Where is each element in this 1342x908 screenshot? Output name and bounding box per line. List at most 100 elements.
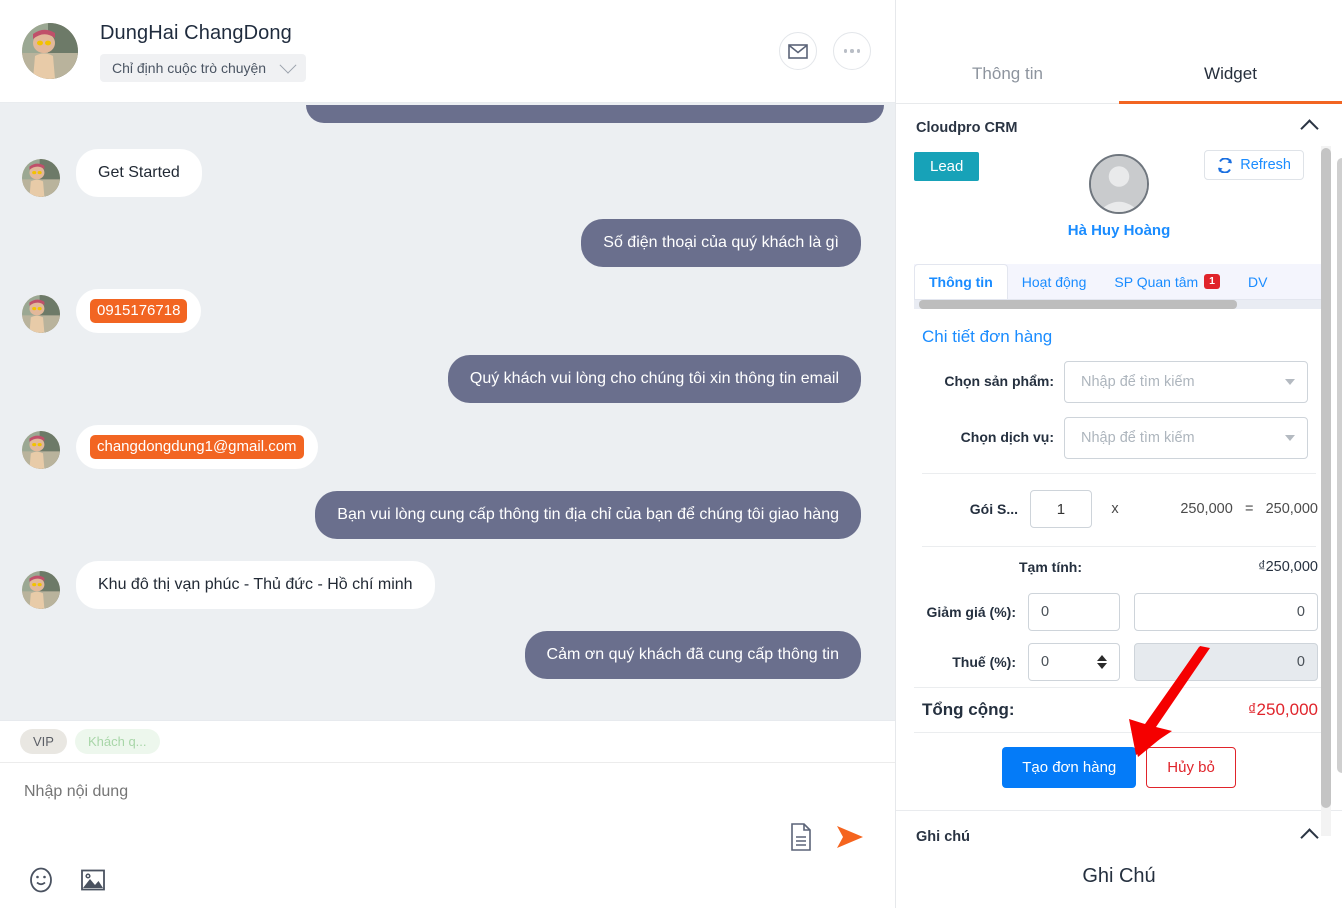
avatar-photo (22, 571, 60, 609)
message-bubble: Get Started (76, 149, 202, 197)
tax-percent-value: 0 (1041, 654, 1050, 670)
widget-scroll-area[interactable]: Cloudpro CRM Lead Refresh Hà Huy Hoàng T… (896, 104, 1342, 908)
stepper-down-icon[interactable] (1097, 663, 1107, 669)
crm-profile-header: Lead Refresh Hà Huy Hoàng (914, 148, 1324, 264)
equals-symbol: = (1244, 501, 1254, 517)
contact-avatar (22, 23, 78, 79)
avatar (22, 431, 60, 469)
refresh-label: Refresh (1240, 157, 1291, 173)
crm-tab-thong-tin[interactable]: Thông tin (914, 264, 1008, 299)
service-select[interactable]: Nhập để tìm kiếm (1064, 417, 1308, 459)
message-bubble: 0915176718 (76, 289, 202, 333)
discount-percent-input[interactable]: 0 (1028, 593, 1120, 631)
crm-tab-badge: 1 (1204, 274, 1221, 289)
message-row: Cảm ơn quý khách đã cung cấp thông tin (22, 631, 861, 679)
message-bubble: changdongdung1@gmail.com (76, 425, 318, 469)
avatar (22, 159, 60, 197)
header-actions (779, 32, 871, 70)
assign-conversation-dropdown[interactable]: Chỉ định cuộc trò chuyện (100, 53, 307, 82)
emoji-smiley-icon[interactable] (28, 867, 54, 893)
product-select[interactable]: Nhập để tìm kiếm (1064, 361, 1308, 403)
avatar (1089, 154, 1149, 214)
message-bubble-partial (306, 105, 884, 123)
stepper-arrows-icon[interactable] (1097, 655, 1107, 669)
subtotal-label: Tạm tính: (1019, 559, 1082, 575)
subtotal-value: ₫250,000 (1258, 559, 1318, 575)
image-attach-icon[interactable] (80, 867, 106, 893)
avatar-photo (22, 295, 60, 333)
message-row: 0915176718 (22, 289, 861, 333)
avatar (22, 295, 60, 333)
crm-person-name[interactable]: Hà Huy Hoàng (1068, 222, 1171, 239)
line-total: 250,000 (1265, 501, 1318, 517)
assign-label: Chỉ định cuộc trò chuyện (112, 59, 267, 76)
chevron-down-icon (279, 56, 297, 74)
status-badge: Lead (914, 152, 980, 181)
discount-amount-input[interactable]: 0 (1134, 593, 1318, 631)
chevron-down-icon (1285, 379, 1295, 385)
crm-tabs-hscroll-thumb[interactable] (919, 300, 1237, 309)
order-line-item: Gói S... 1 x 250,000 = 250,000 (914, 474, 1324, 542)
conversation-tags: VIP Khách q... (0, 720, 895, 762)
message-input[interactable] (24, 783, 724, 801)
document-template-icon[interactable] (789, 823, 813, 851)
cancel-order-button[interactable]: Hủy bỏ (1146, 747, 1236, 788)
user-placeholder-icon (1091, 156, 1147, 212)
crm-card: Lead Refresh Hà Huy Hoàng Thông tin Hoạt… (896, 148, 1342, 810)
crm-tab-sp-quan-tam[interactable]: SP Quan tâm 1 (1100, 264, 1234, 299)
refresh-button[interactable]: Refresh (1204, 150, 1304, 180)
chevron-down-icon (1285, 435, 1295, 441)
composer-attach-tools (28, 867, 106, 893)
composer-send-tools (789, 823, 865, 851)
message-bubble: Khu đô thị vạn phúc - Thủ đức - Hồ chí m… (76, 561, 435, 609)
service-placeholder: Nhập để tìm kiếm (1081, 430, 1195, 446)
note-title: Ghi chú (916, 829, 970, 845)
message-bubble: Quý khách vui lòng cho chúng tôi xin thô… (447, 355, 861, 403)
tax-percent-stepper[interactable]: 0 (1028, 643, 1120, 681)
crm-tab-dv[interactable]: DV (1234, 264, 1281, 299)
crm-tab-bar: Thông tin Hoạt động SP Quan tâm 1 DV (914, 264, 1324, 300)
crm-tab-label: Hoạt động (1021, 273, 1087, 290)
create-order-button[interactable]: Tạo đơn hàng (1002, 747, 1137, 788)
subtotal-row: Tạm tính: ₫250,000 (914, 547, 1324, 587)
email-button[interactable] (779, 32, 817, 70)
message-row: Get Started (22, 149, 861, 197)
tag-vip[interactable]: VIP (20, 729, 67, 754)
service-field-row: Chọn dịch vụ: Nhập để tìm kiếm (914, 417, 1324, 459)
message-bubble: Cảm ơn quý khách đã cung cấp thông tin (524, 631, 861, 679)
unit-price: 250,000 (1180, 501, 1233, 517)
order-action-buttons: Tạo đơn hàng Hủy bỏ (914, 732, 1324, 810)
stepper-up-icon[interactable] (1097, 655, 1107, 661)
app-root: DungHai ChangDong Chỉ định cuộc trò chuy… (0, 0, 1342, 908)
chevron-up-icon[interactable] (1300, 118, 1319, 138)
crm-tab-hoat-dong[interactable]: Hoạt động (1008, 264, 1101, 299)
tab-widget[interactable]: Widget (1119, 0, 1342, 104)
crm-tabs-hscrollbar[interactable] (914, 300, 1324, 309)
chevron-up-icon[interactable] (1300, 827, 1319, 847)
more-options-button[interactable] (833, 32, 871, 70)
send-arrow-icon[interactable] (835, 824, 865, 850)
note-heading: Ghi Chú (1082, 865, 1156, 887)
grand-total-row: Tổng cộng: ₫250,000 (914, 687, 1324, 732)
message-scroll-area[interactable]: Get Started Số điện thoại của quý khách … (0, 103, 895, 720)
envelope-icon (788, 43, 808, 59)
tab-thong-tin[interactable]: Thông tin (896, 0, 1119, 103)
avatar-photo (22, 23, 78, 79)
widget-scrollbar-thumb[interactable] (1321, 148, 1331, 808)
message-bubble: Bạn vui lòng cung cấp thông tin địa chỉ … (315, 491, 861, 539)
quantity-input[interactable]: 1 (1030, 490, 1092, 528)
message-bubble: Số điện thoại của quý khách là gì (581, 219, 861, 267)
message-row: Số điện thoại của quý khách là gì (22, 219, 861, 267)
message-row: Quý khách vui lòng cho chúng tôi xin thô… (22, 355, 861, 403)
avatar (22, 571, 60, 609)
multiply-symbol: x (1111, 501, 1119, 517)
service-label: Chọn dịch vụ: (960, 429, 1054, 445)
avatar-photo (22, 159, 60, 197)
page-scrollbar-thumb[interactable] (1337, 158, 1342, 773)
tag-guest[interactable]: Khách q... (74, 729, 160, 754)
side-panel-tabs: Thông tin Widget (896, 0, 1342, 104)
refresh-icon (1218, 157, 1233, 173)
widget-header: Cloudpro CRM (896, 104, 1342, 148)
product-field-row: Chọn sản phẩm: Nhập để tìm kiếm (914, 361, 1324, 403)
grand-total-value: ₫250,000 (1247, 700, 1318, 719)
